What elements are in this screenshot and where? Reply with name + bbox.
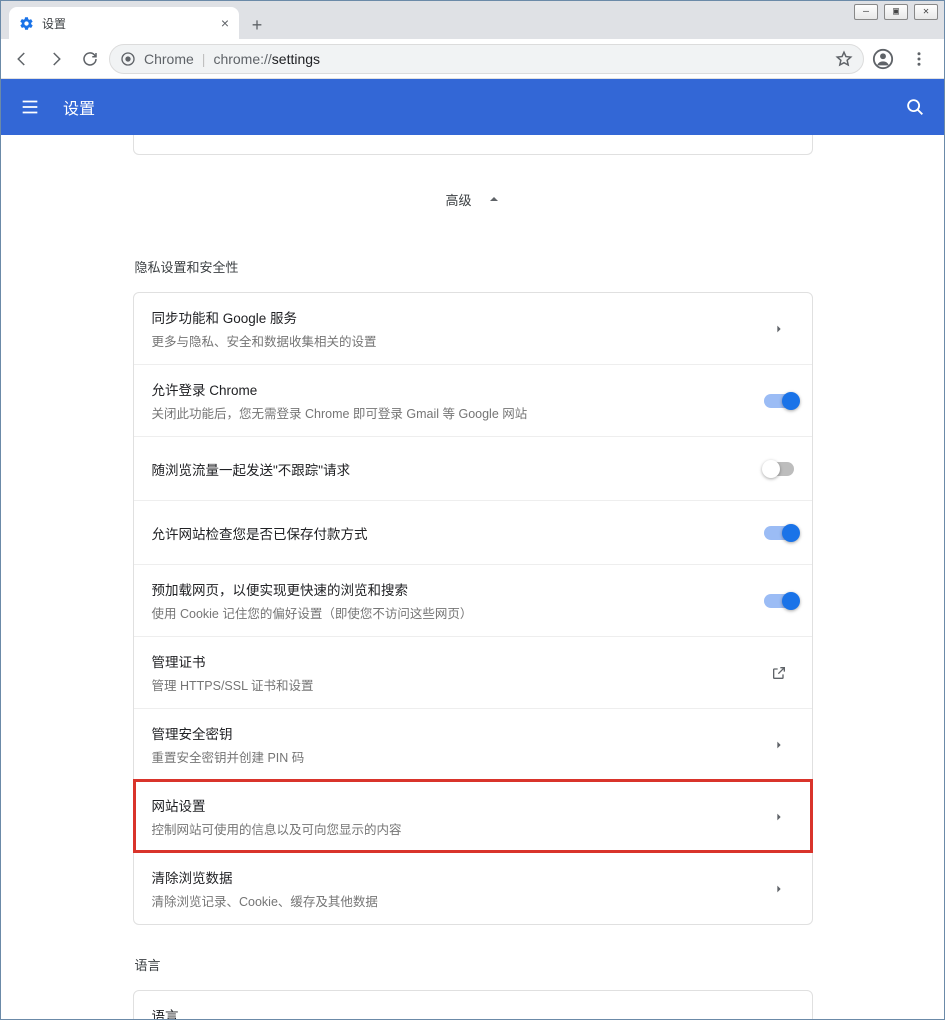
toggle-dnt[interactable] bbox=[764, 462, 794, 476]
chevron-right-icon bbox=[764, 740, 794, 750]
chevron-right-icon bbox=[764, 812, 794, 822]
os-window: — ▣ ✕ 设置 × + Chrome | chro bbox=[0, 0, 945, 1020]
external-link-icon bbox=[764, 665, 794, 681]
close-tab-icon[interactable]: × bbox=[221, 15, 229, 31]
url-host: Chrome bbox=[144, 51, 194, 67]
gear-icon bbox=[19, 16, 34, 31]
row-language[interactable]: 语言 中文（简体） bbox=[134, 991, 812, 1019]
search-icon[interactable] bbox=[904, 96, 926, 118]
tab-title: 设置 bbox=[42, 15, 66, 32]
profile-icon[interactable] bbox=[868, 44, 898, 74]
language-card: 语言 中文（简体） 拼写检查 bbox=[133, 990, 813, 1019]
site-info-icon[interactable] bbox=[120, 51, 136, 67]
window-controls: — ▣ ✕ bbox=[854, 4, 938, 20]
app-header: 设置 bbox=[1, 79, 944, 135]
minimize-button[interactable]: — bbox=[854, 4, 878, 20]
chevron-right-icon bbox=[764, 884, 794, 894]
settings-content[interactable]: 高级 隐私设置和安全性 同步功能和 Google 服务 更多与隐私、安全和数据收… bbox=[1, 135, 944, 1019]
bookmark-star-icon[interactable] bbox=[835, 50, 853, 68]
row-site-settings[interactable]: 网站设置 控制网站可使用的信息以及可向您显示的内容 bbox=[134, 780, 812, 852]
advanced-toggle[interactable]: 高级 bbox=[133, 169, 813, 229]
chevron-up-icon bbox=[488, 193, 500, 205]
maximize-button[interactable]: ▣ bbox=[884, 4, 908, 20]
back-button[interactable] bbox=[7, 44, 37, 74]
tab-strip: 设置 × + bbox=[1, 1, 944, 39]
chevron-right-icon bbox=[764, 324, 794, 334]
browser-menu-icon[interactable] bbox=[904, 44, 934, 74]
row-preload[interactable]: 预加载网页，以便实现更快速的浏览和搜索 使用 Cookie 记住您的偏好设置（即… bbox=[134, 564, 812, 636]
section-privacy-label: 隐私设置和安全性 bbox=[135, 257, 813, 276]
privacy-card: 同步功能和 Google 服务 更多与隐私、安全和数据收集相关的设置 允许登录 … bbox=[133, 292, 813, 925]
row-sync-google[interactable]: 同步功能和 Google 服务 更多与隐私、安全和数据收集相关的设置 bbox=[134, 293, 812, 364]
row-security-keys[interactable]: 管理安全密钥 重置安全密钥并创建 PIN 码 bbox=[134, 708, 812, 780]
row-manage-certs[interactable]: 管理证书 管理 HTTPS/SSL 证书和设置 bbox=[134, 636, 812, 708]
browser-toolbar: Chrome | chrome://settings bbox=[1, 39, 944, 79]
toggle-signin[interactable] bbox=[764, 394, 794, 408]
advanced-label: 高级 bbox=[445, 190, 471, 209]
hamburger-menu-icon[interactable] bbox=[19, 96, 41, 118]
row-payment-check[interactable]: 允许网站检查您是否已保存付款方式 bbox=[134, 500, 812, 564]
row-do-not-track[interactable]: 随浏览流量一起发送"不跟踪"请求 bbox=[134, 436, 812, 500]
forward-button[interactable] bbox=[41, 44, 71, 74]
section-language-label: 语言 bbox=[135, 955, 813, 974]
reload-button[interactable] bbox=[75, 44, 105, 74]
new-tab-button[interactable]: + bbox=[243, 11, 271, 39]
address-bar[interactable]: Chrome | chrome://settings bbox=[109, 44, 864, 74]
browser-tab[interactable]: 设置 × bbox=[9, 7, 239, 39]
toggle-payment[interactable] bbox=[764, 526, 794, 540]
toggle-preload[interactable] bbox=[764, 594, 794, 608]
close-window-button[interactable]: ✕ bbox=[914, 4, 938, 20]
previous-card-edge bbox=[133, 135, 813, 155]
row-clear-data[interactable]: 清除浏览数据 清除浏览记录、Cookie、缓存及其他数据 bbox=[134, 852, 812, 924]
page-title: 设置 bbox=[63, 95, 95, 119]
row-allow-signin[interactable]: 允许登录 Chrome 关闭此功能后，您无需登录 Chrome 即可登录 Gma… bbox=[134, 364, 812, 436]
